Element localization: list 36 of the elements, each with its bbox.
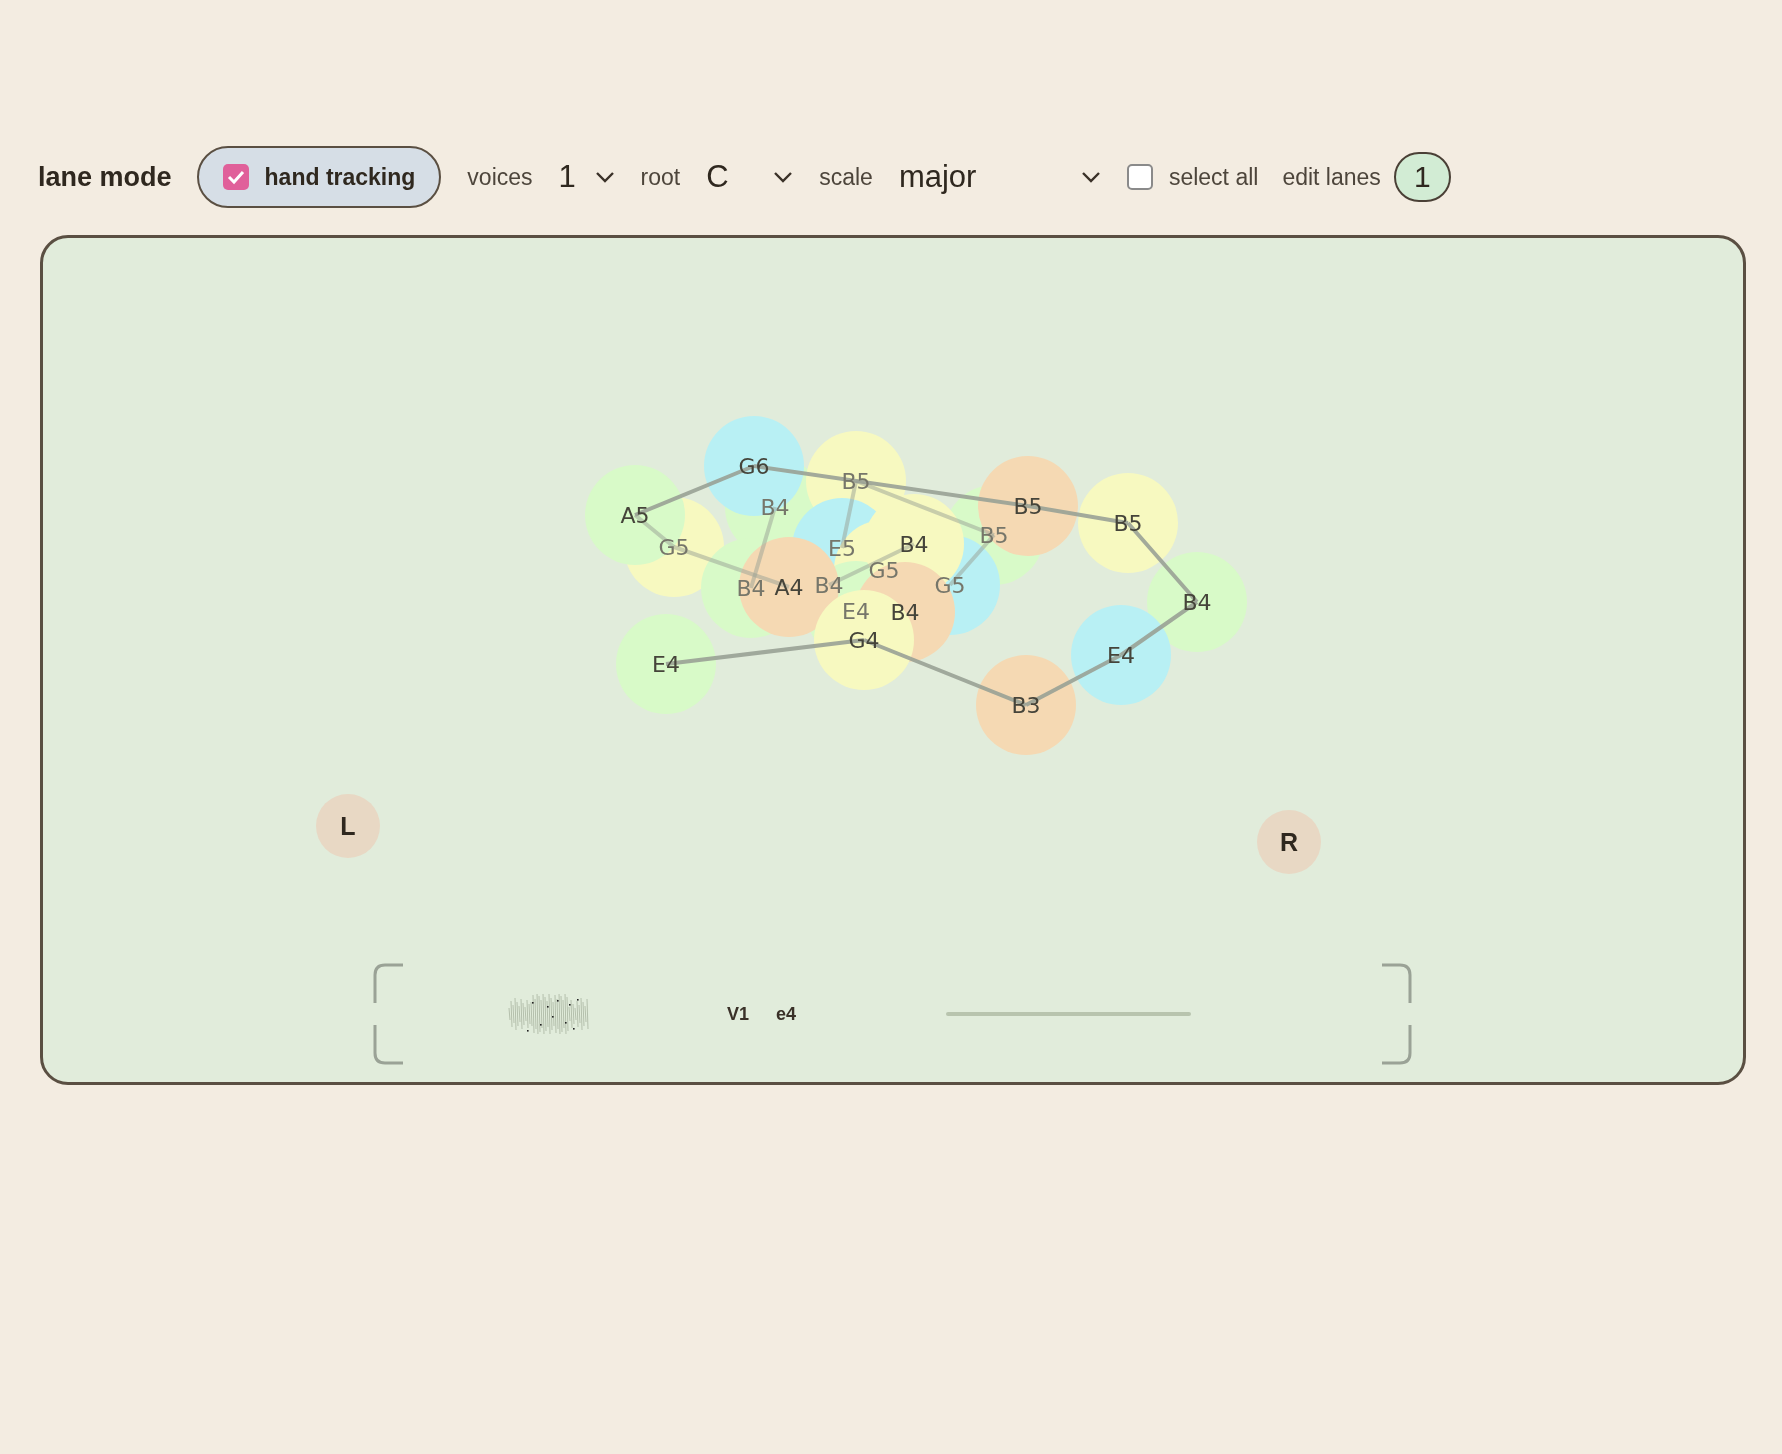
note-label: B4 — [890, 600, 920, 625]
note-label: E4 — [1107, 643, 1135, 668]
note-label: B4 — [1182, 590, 1212, 615]
hand-marker: L — [316, 794, 380, 858]
note-label: E5 — [828, 536, 856, 561]
note-label: B5 — [1113, 511, 1143, 536]
note-label: B5 — [979, 523, 1009, 548]
note-label: G6 — [738, 454, 770, 479]
note-label: B4 — [814, 573, 844, 598]
root-select[interactable]: C — [706, 159, 794, 195]
note-label: B3 — [1011, 693, 1041, 718]
note-label: E4 — [652, 652, 680, 677]
note-label: B4 — [736, 576, 766, 601]
hand-tracking-toggle[interactable]: hand tracking — [196, 146, 442, 208]
voices-label: voices — [467, 163, 533, 191]
note-label: B5 — [1013, 494, 1043, 519]
note-label: E4 — [842, 599, 870, 624]
voices-select[interactable]: 1 — [558, 159, 615, 195]
scale-label: scale — [819, 163, 873, 191]
hand-marker: R — [1257, 810, 1321, 874]
root-label: root — [640, 163, 681, 191]
edit-lanes-label: edit lanes — [1282, 163, 1381, 191]
note-label: B5 — [841, 469, 871, 494]
select-all-label: select all — [1168, 163, 1259, 191]
lane-count-button[interactable]: 1 — [1393, 152, 1451, 202]
note-label: G5 — [868, 558, 900, 583]
note-label: A5 — [620, 503, 650, 528]
note-label: G5 — [658, 535, 690, 560]
note-label: A4 — [774, 575, 804, 600]
note-label: G4 — [848, 628, 880, 653]
voice-label: V1 — [727, 1003, 750, 1025]
note-label: B4 — [760, 495, 790, 520]
note-label: B4 — [899, 532, 929, 557]
note-label: e4 — [776, 1003, 797, 1025]
scale-select[interactable]: major — [898, 159, 1101, 195]
toolbar-title: lane mode — [38, 161, 172, 193]
